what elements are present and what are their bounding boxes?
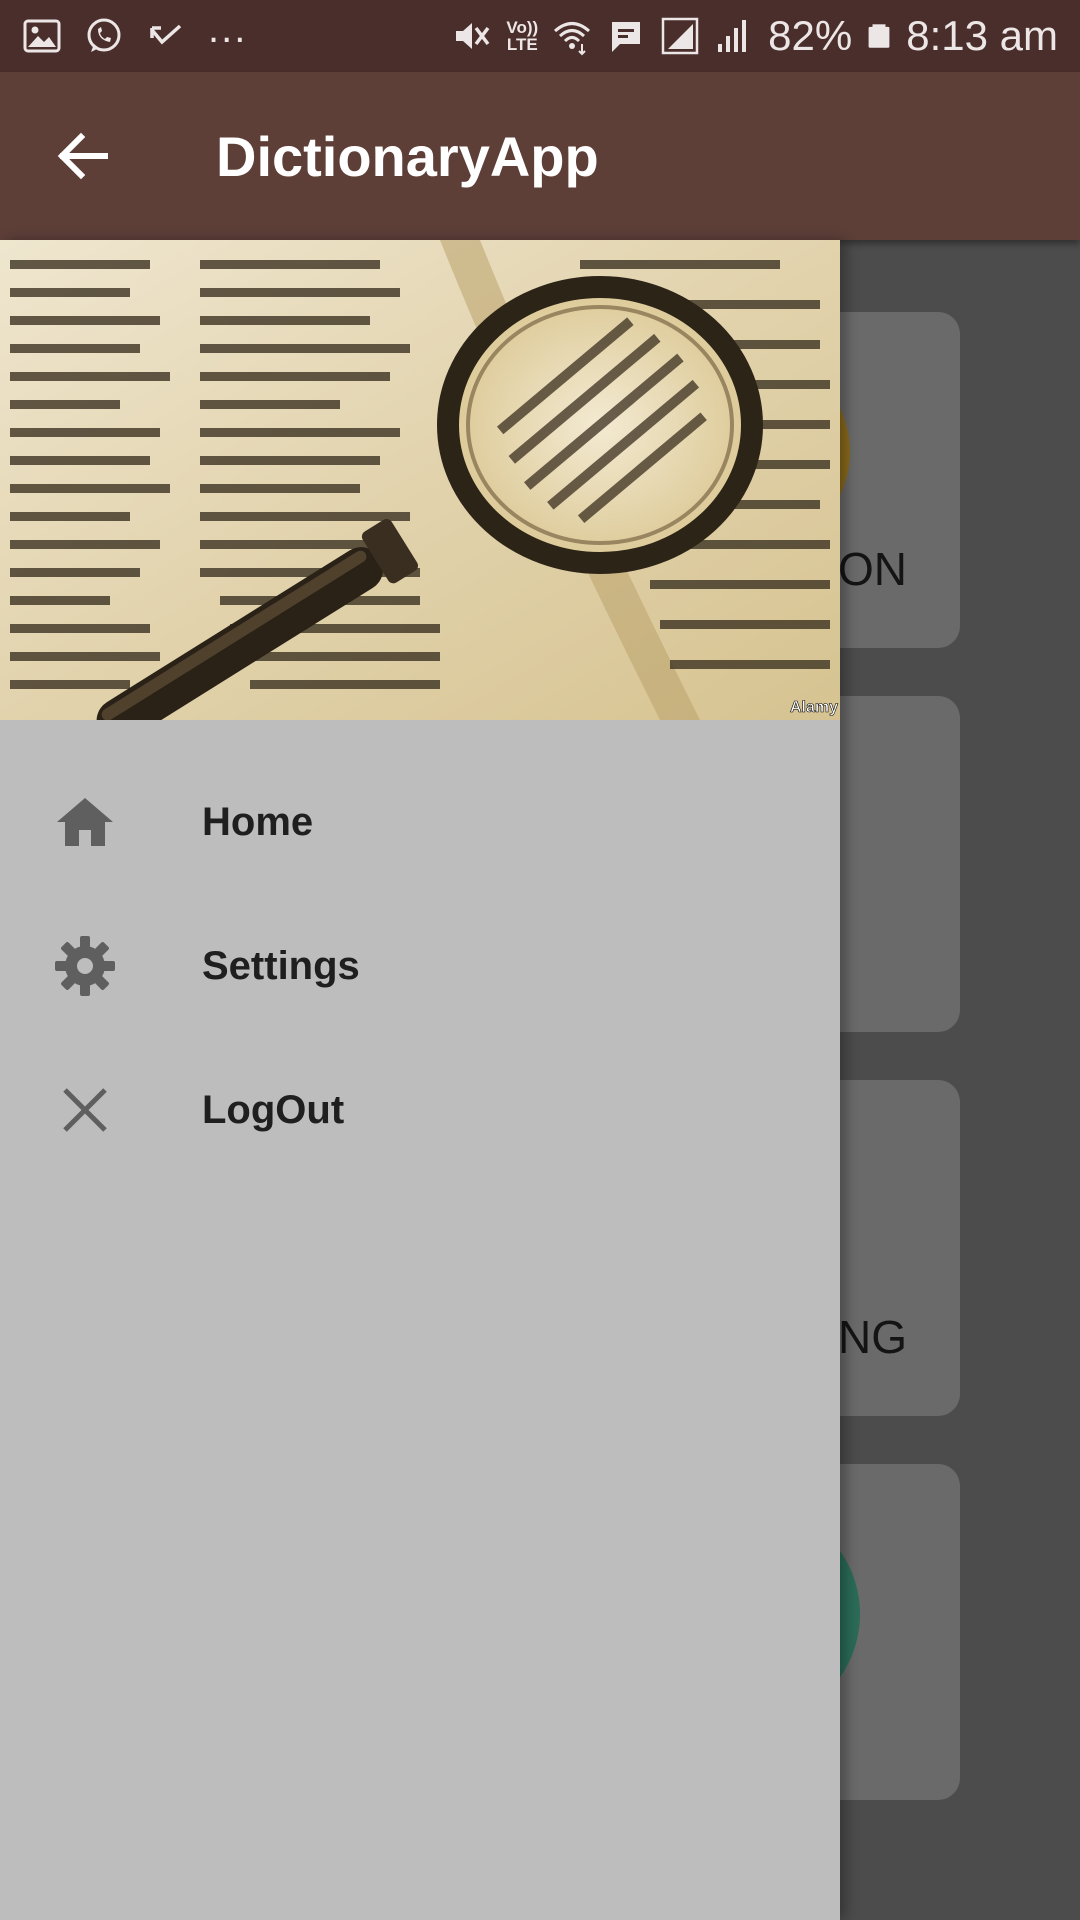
drawer-item-label: Settings — [202, 943, 360, 988]
navigation-drawer: Alamy Home Settings LogOut — [0, 240, 840, 1920]
status-bar: ... Vo)) LTE 82% 8:13 am — [0, 0, 1080, 72]
battery-percent: 82% — [768, 12, 853, 59]
app-bar: DictionaryApp — [0, 72, 1080, 240]
page-title: DictionaryApp — [216, 124, 599, 188]
drawer-menu: Home Settings LogOut — [0, 720, 840, 1182]
gear-icon — [50, 931, 120, 1001]
home-icon — [50, 787, 120, 857]
drawer-item-logout[interactable]: LogOut — [0, 1038, 840, 1182]
wifi-icon — [554, 22, 591, 56]
category-card-label: ON — [838, 543, 907, 595]
signal-icon — [661, 17, 699, 55]
arrow-left-icon — [57, 132, 108, 180]
clock: 8:13 am — [906, 12, 1058, 59]
back-button[interactable] — [38, 111, 128, 201]
status-bar-system: Vo)) LTE 82% 8:13 am — [452, 12, 1080, 60]
status-bar-notifications: ... — [0, 7, 247, 56]
signal-icon — [718, 20, 747, 52]
drawer-item-label: Home — [202, 799, 314, 844]
more-notifications-indicator: ... — [208, 6, 248, 51]
category-card-label: NG — [838, 1311, 907, 1363]
image-watermark: Alamy — [790, 699, 838, 716]
drawer-item-home[interactable]: Home — [0, 750, 840, 894]
missed-call-icon — [150, 24, 182, 45]
gallery-icon — [23, 19, 61, 53]
message-icon — [612, 22, 641, 52]
drawer-item-label: LogOut — [202, 1087, 345, 1132]
drawer-item-settings[interactable]: Settings — [0, 894, 840, 1038]
dictionary-magnifier-image: Alamy — [0, 240, 840, 720]
drawer-header-image: Alamy — [0, 240, 840, 720]
volte-icon: Vo)) LTE — [506, 18, 539, 54]
close-icon — [50, 1075, 120, 1145]
whatsapp-icon — [87, 18, 121, 52]
mute-icon — [456, 23, 490, 49]
battery-icon — [868, 24, 890, 48]
